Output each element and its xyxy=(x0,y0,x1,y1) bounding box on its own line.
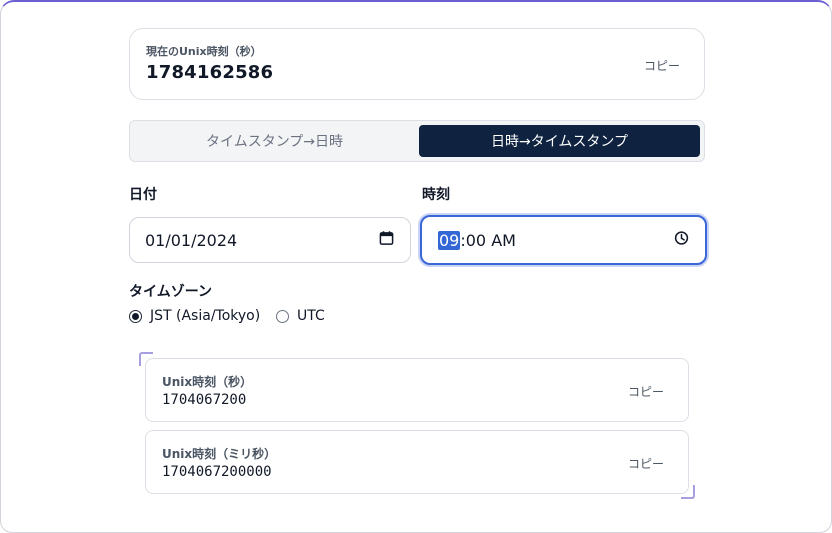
result-card-milliseconds: Unix時刻（ミリ秒） 1704067200000 コピー xyxy=(145,430,689,494)
result-milliseconds-value: 1704067200000 xyxy=(162,464,272,480)
utc-radio-label: UTC xyxy=(297,308,325,324)
date-label: 日付 xyxy=(129,187,157,203)
copy-seconds-button[interactable]: コピー xyxy=(628,383,664,400)
date-value: 01/01/2024 xyxy=(145,230,238,250)
time-rest-segment[interactable]: :00 AM xyxy=(460,231,516,250)
time-hour-segment[interactable]: 09 xyxy=(438,230,461,250)
app-frame: 現在のUnix時刻（秒） 1784162586 コピー タイムスタンプ→日時 日… xyxy=(0,0,832,533)
jst-radio[interactable] xyxy=(129,309,142,323)
timezone-option-utc[interactable]: UTC xyxy=(276,308,325,324)
mode-tabs: タイムスタンプ→日時 日時→タイムスタンプ xyxy=(129,120,705,162)
timezone-option-jst[interactable]: JST (Asia/Tokyo) xyxy=(129,308,260,324)
date-input[interactable]: 01/01/2024 xyxy=(129,217,411,263)
tab-datetime-to-timestamp[interactable]: 日時→タイムスタンプ xyxy=(419,125,700,157)
copy-milliseconds-button[interactable]: コピー xyxy=(628,455,664,472)
clock-icon[interactable] xyxy=(674,231,689,250)
time-input[interactable]: 09:00 AM xyxy=(420,215,707,265)
result-card-seconds: Unix時刻（秒） 1704067200 コピー xyxy=(145,358,689,422)
current-timestamp-card: 現在のUnix時刻（秒） 1784162586 コピー xyxy=(129,28,705,100)
copy-current-button[interactable]: コピー xyxy=(644,57,680,74)
calendar-icon[interactable] xyxy=(379,231,394,250)
current-timestamp-value: 1784162586 xyxy=(146,62,274,83)
result-seconds-value: 1704067200 xyxy=(162,392,247,408)
current-timestamp-label: 現在のUnix時刻（秒） xyxy=(146,45,262,58)
result-seconds-label: Unix時刻（秒） xyxy=(162,375,253,389)
jst-radio-label: JST (Asia/Tokyo) xyxy=(150,308,261,324)
result-milliseconds-label: Unix時刻（ミリ秒） xyxy=(162,447,277,461)
time-label: 時刻 xyxy=(422,187,450,203)
timezone-label: タイムゾーン xyxy=(129,284,213,300)
utc-radio[interactable] xyxy=(276,309,289,323)
tab-timestamp-to-datetime[interactable]: タイムスタンプ→日時 xyxy=(134,125,415,157)
